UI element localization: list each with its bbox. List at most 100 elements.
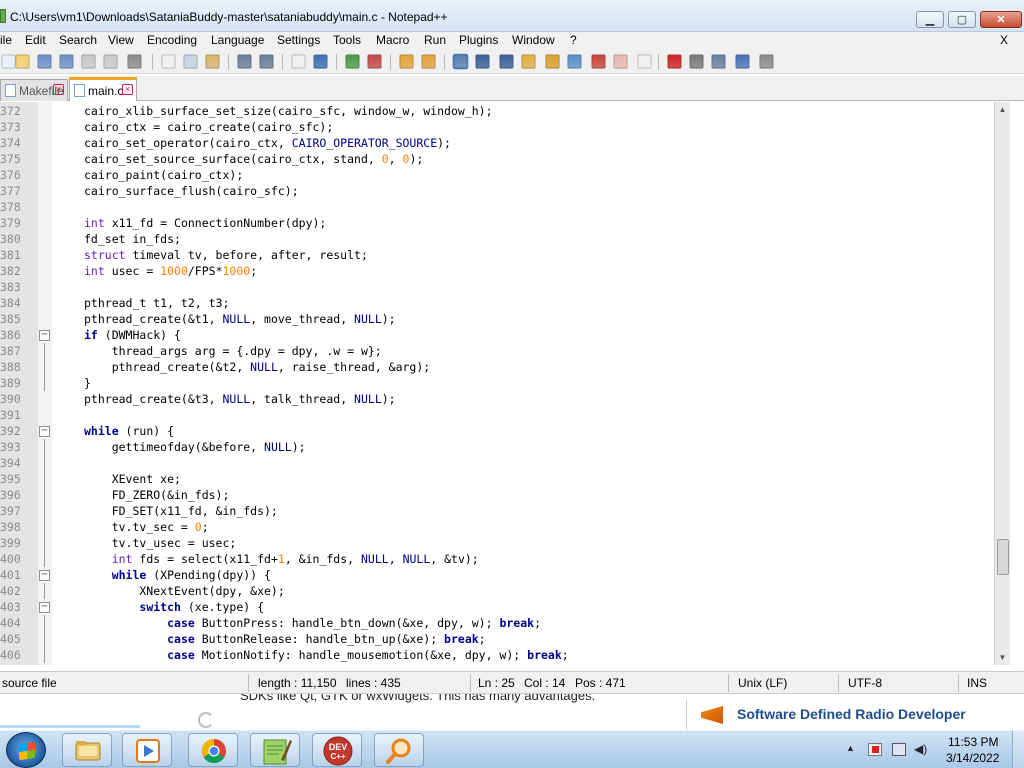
code-line[interactable]: 385 pthread_create(&t1, NULL, move_thread…	[0, 311, 1010, 327]
status-encoding[interactable]: UTF-8	[848, 676, 882, 690]
sync-horizontal-icon[interactable]	[421, 54, 436, 69]
code-line[interactable]: 373 cairo_ctx = cairo_create(cairo_sfc);	[0, 119, 1010, 135]
code-line[interactable]: 397 FD_SET(x11_fd, &in_fds);	[0, 503, 1010, 519]
menu-plugins[interactable]: Plugins	[459, 33, 498, 47]
title-bar[interactable]: C:\Users\vm1\Downloads\SataniaBuddy-mast…	[0, 0, 1024, 32]
tab-main-c[interactable]: main.c ×	[69, 77, 137, 101]
fold-toggle-icon[interactable]: −	[39, 426, 50, 437]
code-line[interactable]: 396 FD_ZERO(&in_fds);	[0, 487, 1010, 503]
code-line[interactable]: 393 gettimeofday(&before, NULL);	[0, 439, 1010, 455]
menu-tools[interactable]: Tools	[333, 33, 361, 47]
stop-record-icon[interactable]	[689, 54, 704, 69]
code-line[interactable]: 382 int usec = 1000/FPS*1000;	[0, 263, 1010, 279]
code-line[interactable]: 372 cairo_xlib_surface_set_size(cairo_sfc…	[0, 103, 1010, 119]
action-center-flag-icon[interactable]	[868, 743, 882, 756]
code-line[interactable]: 404 case ButtonPress: handle_btn_down(&x…	[0, 615, 1010, 631]
taskbar-file-explorer[interactable]	[62, 733, 112, 767]
code-line[interactable]: 402 XNextEvent(dpy, &xe);	[0, 583, 1010, 599]
code-line[interactable]: 403 − switch (xe.type) {	[0, 599, 1010, 615]
paste-icon[interactable]	[205, 54, 220, 69]
tab-close-icon[interactable]: ×	[122, 84, 133, 95]
menu-encoding[interactable]: Encoding	[147, 33, 197, 47]
code-line[interactable]: 399 tv.tv_usec = usec;	[0, 535, 1010, 551]
folder-as-workspace-icon[interactable]	[591, 54, 606, 69]
copy-icon[interactable]	[183, 54, 198, 69]
tray-expand-icon[interactable]: ▲	[846, 743, 860, 756]
taskbar-search-tool[interactable]	[374, 733, 424, 767]
code-line[interactable]: 386 − if (DWMHack) {	[0, 327, 1010, 343]
zoom-in-icon[interactable]	[345, 54, 360, 69]
taskbar-media-player[interactable]	[122, 733, 172, 767]
scroll-down-icon[interactable]: ▼	[995, 650, 1010, 665]
code-line[interactable]: 388 pthread_create(&t2, NULL, raise_thre…	[0, 359, 1010, 375]
fold-toggle-icon[interactable]: −	[39, 330, 50, 341]
volume-icon[interactable]: ◀)	[914, 743, 928, 756]
code-editor[interactable]: 372 cairo_xlib_surface_set_size(cairo_sfc…	[0, 102, 1010, 665]
zoom-out-icon[interactable]	[367, 54, 382, 69]
vertical-scrollbar[interactable]: ▲ ▼	[994, 102, 1010, 665]
define-language-icon[interactable]	[521, 54, 536, 69]
word-wrap-icon[interactable]	[452, 53, 469, 70]
status-insert-mode[interactable]: INS	[967, 676, 987, 690]
cut-icon[interactable]	[161, 54, 176, 69]
code-line[interactable]: 378	[0, 199, 1010, 215]
code-line[interactable]: 398 tv.tv_sec = 0;	[0, 519, 1010, 535]
function-list-icon[interactable]	[567, 54, 582, 69]
playback-macro-icon[interactable]	[711, 54, 726, 69]
menu-language[interactable]: Language	[211, 33, 264, 47]
code-line[interactable]: 392 − while (run) {	[0, 423, 1010, 439]
code-line[interactable]: 406 case MotionNotify: handle_mousemotio…	[0, 647, 1010, 663]
show-desktop-button[interactable]	[1012, 731, 1024, 768]
background-browser-window[interactable]: SDKs like Qt, GTK or wxWidgets. This has…	[0, 693, 1024, 730]
menu-help[interactable]: ?	[570, 33, 577, 47]
scroll-up-icon[interactable]: ▲	[995, 102, 1010, 117]
code-line[interactable]: 374 cairo_set_operator(cairo_ctx, CAIRO_O…	[0, 135, 1010, 151]
sync-vertical-icon[interactable]	[399, 54, 414, 69]
close-all-icon[interactable]	[103, 54, 118, 69]
menu-edit[interactable]: Edit	[25, 33, 46, 47]
record-macro-icon[interactable]	[667, 54, 682, 69]
code-line[interactable]: 379 int x11_fd = ConnectionNumber(dpy);	[0, 215, 1010, 231]
indent-guide-icon[interactable]	[499, 54, 514, 69]
undo-icon[interactable]	[237, 54, 252, 69]
code-line[interactable]: 401 − while (XPending(dpy)) {	[0, 567, 1010, 583]
menu-macro[interactable]: Macro	[376, 33, 409, 47]
code-line[interactable]: 391	[0, 407, 1010, 423]
close-button[interactable]: ✕	[980, 11, 1022, 28]
taskbar-dev-cpp[interactable]: DEV C++	[312, 733, 362, 767]
menu-close-document-button[interactable]: X	[1000, 33, 1008, 47]
code-line[interactable]: 394	[0, 455, 1010, 471]
code-line[interactable]: 387 thread_args arg = {.dpy = dpy, .w = …	[0, 343, 1010, 359]
open-file-icon[interactable]	[15, 54, 30, 69]
code-line[interactable]: 383	[0, 279, 1010, 295]
taskbar-notepad-plus-plus[interactable]	[250, 733, 300, 767]
code-line[interactable]: 381 struct timeval tv, before, after, res…	[0, 247, 1010, 263]
tab-makefile[interactable]: Makefile ×	[0, 79, 68, 101]
network-icon[interactable]	[892, 743, 906, 756]
menu-view[interactable]: View	[108, 33, 134, 47]
new-file-icon[interactable]	[1, 54, 16, 69]
tab-close-icon[interactable]: ×	[53, 84, 64, 95]
save-macro-icon[interactable]	[759, 54, 774, 69]
run-multiple-icon[interactable]	[735, 54, 750, 69]
save-icon[interactable]	[37, 54, 52, 69]
code-line[interactable]: 405 case ButtonRelease: handle_btn_up(&x…	[0, 631, 1010, 647]
clock-time[interactable]: 11:53 PM	[948, 735, 998, 749]
status-eol-format[interactable]: Unix (LF)	[738, 676, 787, 690]
code-line[interactable]: 375 cairo_set_source_surface(cairo_ctx, s…	[0, 151, 1010, 167]
code-line[interactable]: 390 pthread_create(&t3, NULL, talk_thread…	[0, 391, 1010, 407]
code-line[interactable]: 384 pthread_t t1, t2, t3;	[0, 295, 1010, 311]
code-line[interactable]: 380 fd_set in_fds;	[0, 231, 1010, 247]
fold-toggle-icon[interactable]: −	[39, 570, 50, 581]
print-icon[interactable]	[127, 54, 142, 69]
find-icon[interactable]	[291, 54, 306, 69]
scroll-thumb[interactable]	[997, 539, 1009, 575]
eye-icon[interactable]	[637, 54, 652, 69]
menu-run[interactable]: Run	[424, 33, 446, 47]
menu-window[interactable]: Window	[512, 33, 555, 47]
menu-ile[interactable]: ile	[0, 33, 12, 47]
minimize-button[interactable]: ▁	[916, 11, 944, 28]
menu-search[interactable]: Search	[59, 33, 97, 47]
start-button[interactable]	[6, 732, 46, 768]
code-line[interactable]: 395 XEvent xe;	[0, 471, 1010, 487]
